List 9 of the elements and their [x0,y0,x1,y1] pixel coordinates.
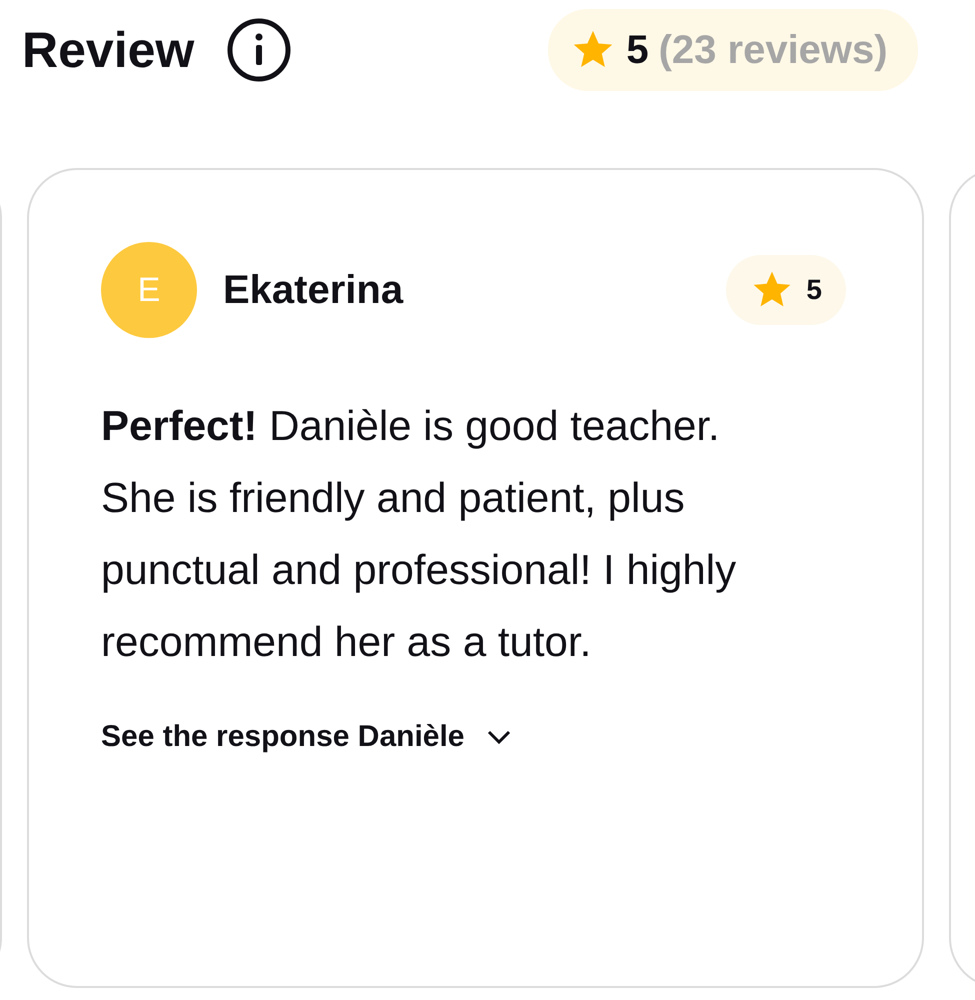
rating-value: 5 [806,273,822,307]
rating-value: 5 [626,27,649,74]
reviewer-name: Ekaterina [223,267,404,314]
section-title: Review [22,20,194,80]
info-icon[interactable] [226,17,292,83]
review-count: (23 reviews) [658,27,888,74]
review-text: Perfect! Danièle is good teacher. She is friendly and patient, plus punctual and professional! I highly recommend her as a tutor. [101,401,738,667]
see-response-link[interactable]: See the response Danièle [101,714,512,759]
avatar: E [101,242,197,338]
